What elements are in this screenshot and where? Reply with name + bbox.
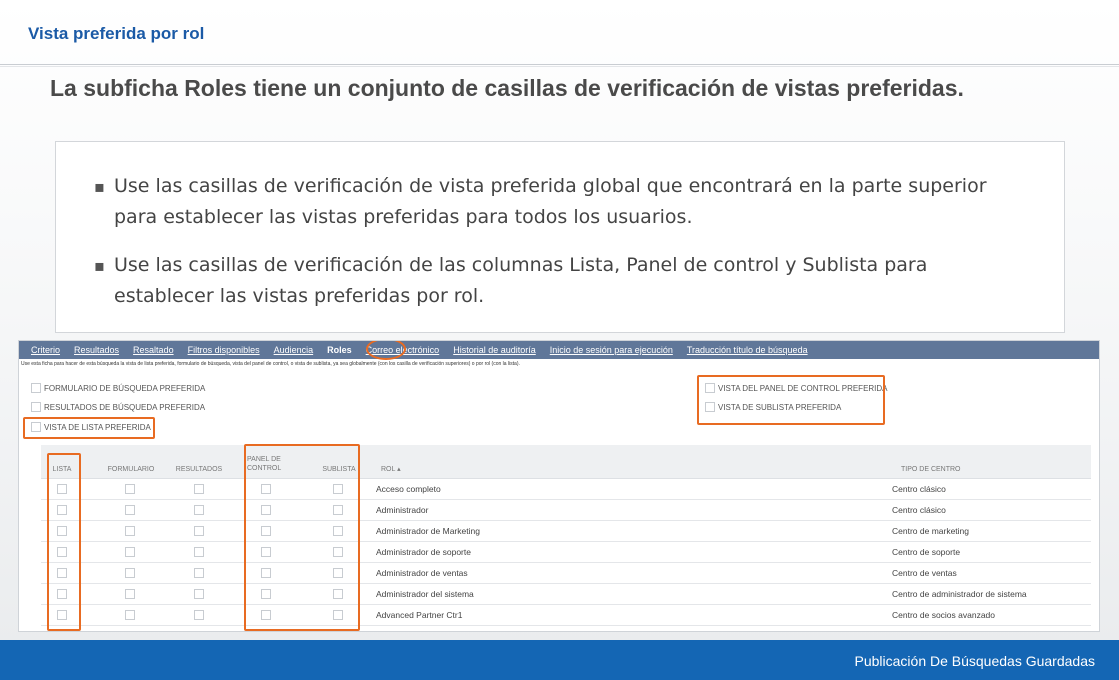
tab-traduccion-titulo[interactable]: Traducción título de búsqueda [687, 345, 808, 355]
formulario-checkbox[interactable] [125, 526, 135, 536]
center-type: Centro de socios avanzado [892, 610, 996, 620]
table-row: Administrador del sistema Centro de admi… [41, 584, 1091, 605]
tab-filtros-disponibles[interactable]: Filtros disponibles [188, 345, 260, 355]
bullet-box: ▪ Use las casillas de verificación de vi… [55, 141, 1065, 333]
role-name: Advanced Partner Ctr1 [376, 610, 463, 620]
tab-historial-auditoria[interactable]: Historial de auditoría [453, 345, 536, 355]
resultados-checkbox[interactable] [194, 589, 204, 599]
search-results-checkbox[interactable] [31, 402, 41, 412]
search-results-label: RESULTADOS DE BÚSQUEDA PREFERIDA [44, 402, 206, 412]
bullet-item: ▪ Use las casillas de verificación de vi… [86, 171, 1026, 233]
list-view-highlight [23, 417, 155, 439]
roles-help-note: Use esta ficha para hacer de esta búsque… [21, 361, 520, 367]
search-form-checkbox[interactable] [31, 383, 41, 393]
formulario-checkbox[interactable] [125, 484, 135, 494]
resultados-checkbox[interactable] [194, 526, 204, 536]
table-header: LISTA FORMULARIO RESULTADOS PANEL DE CON… [41, 445, 1091, 479]
tab-resultados[interactable]: Resultados [74, 345, 119, 355]
col-tipo-centro[interactable]: TIPO DE CENTRO [901, 465, 1021, 474]
table-row: Acceso completo Centro clásico [41, 479, 1091, 500]
tab-inicio-sesion[interactable]: Inicio de sesión para ejecución [550, 345, 673, 355]
bullet-item: ▪ Use las casillas de verificación de la… [86, 250, 1026, 312]
table-row: Administrador Centro clásico [41, 500, 1091, 521]
role-name: Administrador [376, 505, 429, 515]
center-type: Centro de soporte [892, 547, 961, 557]
resultados-checkbox[interactable] [194, 484, 204, 494]
bullet-marker-icon: ▪ [94, 256, 105, 275]
header-divider-shadow [0, 66, 1119, 67]
center-type: Centro de ventas [892, 568, 957, 578]
role-name: Administrador de Marketing [376, 526, 480, 536]
center-type: Centro clásico [892, 505, 946, 515]
table-row: Administrador de soporte Centro de sopor… [41, 542, 1091, 563]
search-form-label: FORMULARIO DE BÚSQUEDA PREFERIDA [44, 383, 206, 393]
bullet-marker-icon: ▪ [94, 177, 105, 196]
tab-audiencia[interactable]: Audiencia [274, 345, 314, 355]
bullet-text: Use las casillas de verificación de vist… [114, 175, 987, 228]
resultados-checkbox[interactable] [194, 547, 204, 557]
dashboard-sublist-highlight [697, 375, 885, 425]
subtab-bar: Criterio Resultados Resaltado Filtros di… [19, 341, 1099, 359]
global-search-form-option[interactable]: FORMULARIO DE BÚSQUEDA PREFERIDA [31, 383, 205, 393]
resultados-checkbox[interactable] [194, 568, 204, 578]
formulario-checkbox[interactable] [125, 568, 135, 578]
footer-title: Publicación De Búsquedas Guardadas [854, 653, 1096, 669]
center-type: Centro clásico [892, 484, 946, 494]
center-type: Centro de marketing [892, 526, 970, 536]
role-name: Administrador de ventas [376, 568, 468, 578]
formulario-checkbox[interactable] [125, 505, 135, 515]
resultados-checkbox[interactable] [194, 505, 204, 515]
role-name: Administrador de soporte [376, 547, 471, 557]
table-row: Administrador de Marketing Centro de mar… [41, 521, 1091, 542]
formulario-checkbox[interactable] [125, 589, 135, 599]
table-row: Administrador de ventas Centro de ventas [41, 563, 1091, 584]
role-name: Administrador del sistema [376, 589, 474, 599]
table-row: Advanced Partner Ctr1 Centro de socios a… [41, 605, 1091, 626]
panel-sublista-columns-highlight [244, 444, 360, 631]
resultados-checkbox[interactable] [194, 610, 204, 620]
role-name: Acceso completo [376, 484, 441, 494]
slide-headline: La subficha Roles tiene un conjunto de c… [50, 75, 964, 101]
formulario-checkbox[interactable] [125, 610, 135, 620]
tab-roles[interactable]: Roles [327, 345, 352, 355]
formulario-checkbox[interactable] [125, 547, 135, 557]
tab-criterio[interactable]: Criterio [31, 345, 60, 355]
center-type: Centro de administrador de sistema [892, 589, 1027, 599]
slide-footer: Publicación De Búsquedas Guardadas [0, 640, 1119, 680]
col-resultados: RESULTADOS [175, 466, 223, 473]
tab-resaltado[interactable]: Resaltado [133, 345, 174, 355]
global-search-results-option[interactable]: RESULTADOS DE BÚSQUEDA PREFERIDA [31, 402, 205, 412]
slide-header: Vista preferida por rol [0, 0, 1119, 64]
col-rol[interactable]: ROL ▴ [381, 465, 441, 474]
roles-subtab-screenshot: Criterio Resultados Resaltado Filtros di… [18, 340, 1100, 632]
col-formulario: FORMULARIO [107, 466, 155, 473]
slide-title: Vista preferida por rol [28, 24, 205, 43]
header-divider [0, 64, 1119, 65]
bullet-text: Use las casillas de verificación de las … [114, 254, 928, 307]
lista-column-highlight [47, 453, 81, 631]
